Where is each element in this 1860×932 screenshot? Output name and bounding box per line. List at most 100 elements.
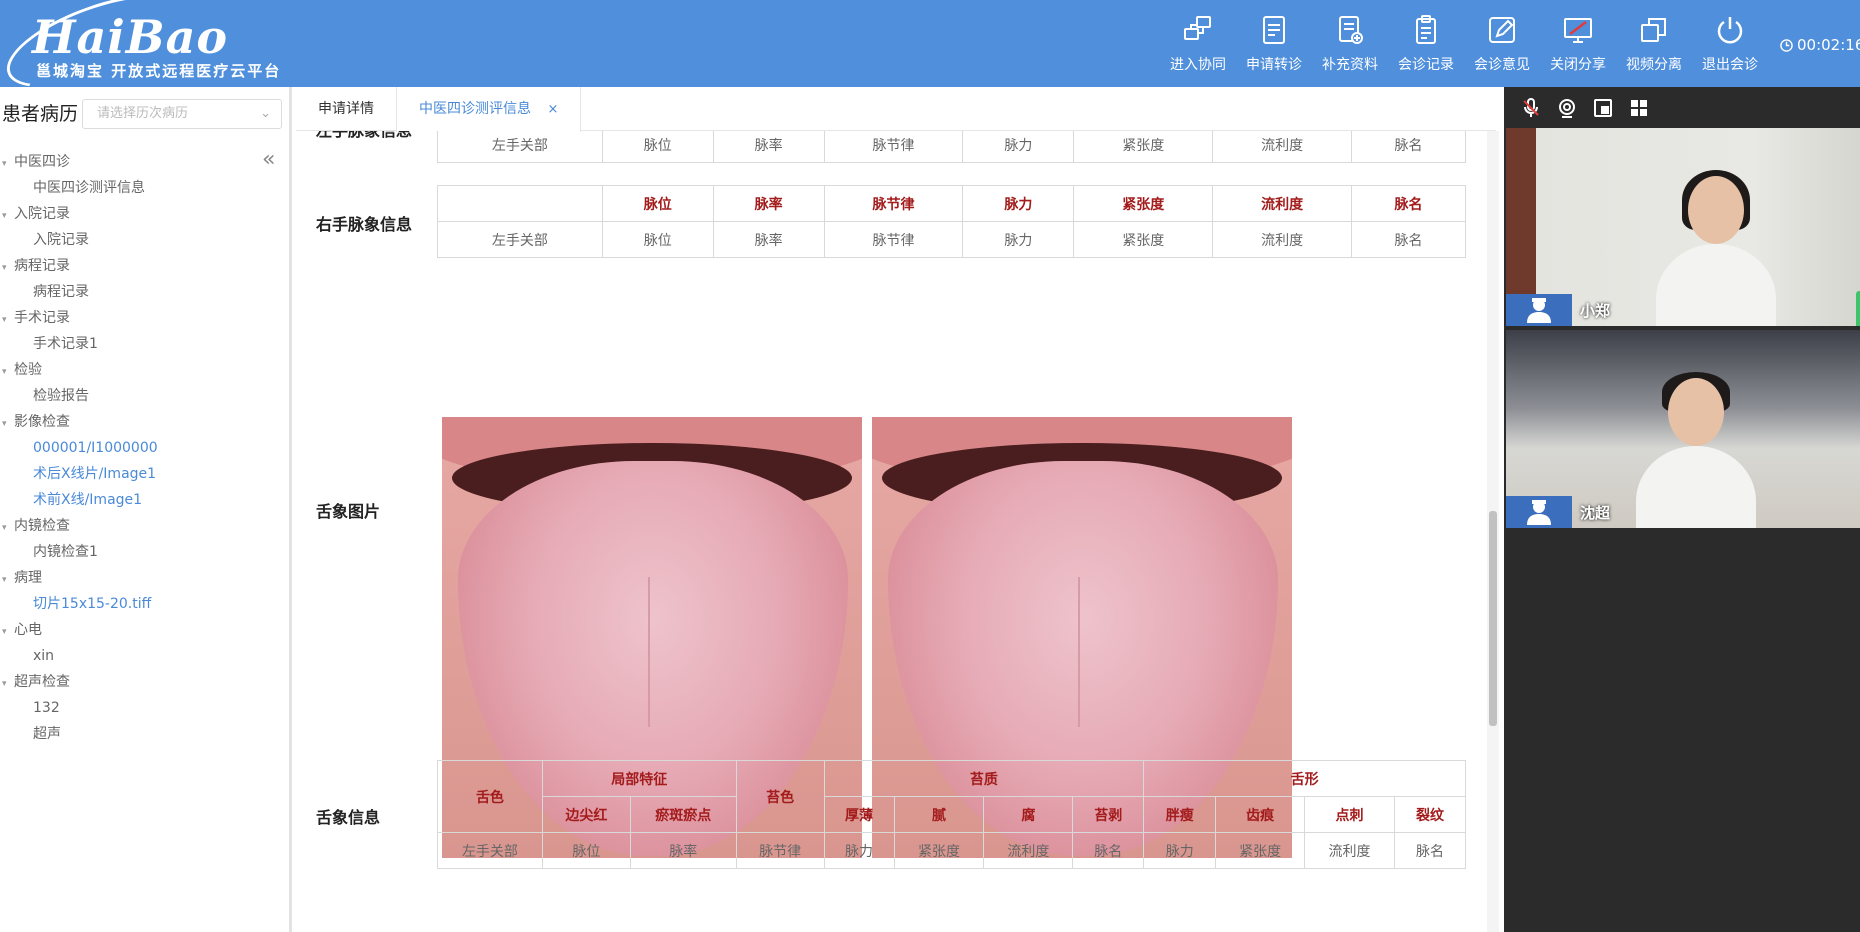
tree-item[interactable]: xin	[0, 643, 280, 669]
tree-item[interactable]: 检验报告	[0, 383, 280, 409]
tree-label: 影像检查	[14, 414, 70, 430]
table-header-cell: 流利度	[1212, 185, 1353, 222]
tree-label: 心电	[14, 622, 42, 638]
tree-item[interactable]: 手术记录1	[0, 331, 280, 357]
table-cell: 紧张度	[1215, 832, 1306, 869]
video-tile-participant-2[interactable]: 沈超	[1506, 330, 1860, 528]
table-header-row: 脉位 脉率 脉节律 脉力 紧张度 流利度 脉名	[437, 185, 1466, 222]
tree-category[interactable]: ▾ 病理	[0, 565, 280, 591]
tool-label: 关闭分享	[1550, 57, 1606, 73]
table-header-row: 舌色 局部特征 苔色 苔质 舌形	[437, 760, 1466, 833]
table-header-cell: 腻	[893, 796, 985, 833]
tree-label: xin	[33, 648, 55, 664]
select-placeholder: 请选择历次病历	[97, 106, 189, 121]
tree-category[interactable]: ▾ 超声检查	[0, 669, 280, 695]
tab-label: 中医四诊测评信息	[419, 101, 531, 117]
tree-category[interactable]: ▾ 手术记录	[0, 305, 280, 331]
tree-item[interactable]: 病程记录	[0, 279, 280, 305]
doctor-avatar-badge	[1506, 294, 1572, 326]
apply-referral-button[interactable]: 申请转诊	[1236, 0, 1312, 87]
table-cell: 流利度	[1212, 131, 1353, 163]
video-detach-button[interactable]: 视频分离	[1616, 0, 1692, 87]
tree-label: 术后X线片/Image1	[33, 466, 157, 482]
screen-share-off-icon	[1564, 18, 1592, 43]
supplement-data-button[interactable]: 补充资料	[1312, 0, 1388, 87]
table-cell: 流利度	[1212, 221, 1353, 258]
caret-down-icon: ▾	[2, 159, 7, 169]
history-record-select[interactable]: 请选择历次病历 ⌄	[82, 99, 282, 129]
tree-label: 手术记录1	[33, 336, 98, 352]
close-share-button[interactable]: 关闭分享	[1540, 0, 1616, 87]
content-scrollbar[interactable]	[1487, 131, 1499, 932]
tongue-info-label: 舌象信息	[316, 808, 381, 827]
tongue-crease	[1078, 577, 1080, 727]
tree-label: 入院记录	[33, 232, 89, 248]
exit-consultation-button[interactable]: 退出会诊	[1692, 0, 1768, 87]
video-tile-participant-1[interactable]: 小郑	[1506, 128, 1860, 326]
table-cell: 左手关部	[437, 832, 543, 869]
caret-down-icon: ▾	[2, 211, 7, 221]
tree-category[interactable]: ▾ 中医四诊	[0, 149, 280, 175]
microphone-icon[interactable]	[1520, 97, 1542, 119]
logo-text: HaiBao	[32, 10, 229, 64]
tree-item[interactable]: 切片15x15-20.tiff	[0, 591, 280, 617]
tree-category[interactable]: ▾ 病程记录	[0, 253, 280, 279]
table-header-cell: 边尖红	[541, 796, 631, 833]
collaborate-icon	[1184, 16, 1211, 40]
consultation-record-button[interactable]: 会诊记录	[1388, 0, 1464, 87]
table-cell: 脉率	[712, 221, 825, 258]
table-cell: 脉名	[1072, 832, 1145, 869]
tree-category[interactable]: ▾ 检验	[0, 357, 280, 383]
table-cell: 流利度	[983, 832, 1074, 869]
tree-label: 中医四诊测评信息	[33, 180, 145, 196]
video-controls	[1520, 97, 1650, 119]
tree-category[interactable]: ▾ 影像检查	[0, 409, 280, 435]
left-pulse-label: 左手脉象信息	[316, 131, 412, 141]
tab-application-detail[interactable]: 申请详情	[296, 87, 396, 131]
tree-item[interactable]: 000001/I1000000	[0, 435, 280, 461]
table-header-cell: 点刺	[1304, 796, 1395, 833]
content-tabs: 申请详情 中医四诊测评信息 ×	[296, 87, 1496, 132]
tree-label: 手术记录	[14, 310, 70, 326]
tree-category[interactable]: ▾ 入院记录	[0, 201, 280, 227]
table-cell: 脉名	[1393, 832, 1467, 869]
picture-in-picture-icon[interactable]	[1592, 97, 1614, 119]
table-cell: 流利度	[1304, 832, 1395, 869]
tool-label: 会诊记录	[1398, 57, 1454, 73]
grid-layout-icon[interactable]	[1628, 97, 1650, 119]
doctor-avatar-badge	[1506, 496, 1572, 528]
caret-down-icon: ▾	[2, 627, 7, 637]
enter-collaboration-button[interactable]: 进入协同	[1160, 0, 1236, 87]
tree-category[interactable]: ▾ 内镜检查	[0, 513, 280, 539]
tree-category[interactable]: ▾ 心电	[0, 617, 280, 643]
edit-icon	[1489, 17, 1515, 43]
tab-tcm-assessment[interactable]: 中医四诊测评信息 ×	[396, 87, 582, 132]
tree-item[interactable]: 中医四诊测评信息	[0, 175, 280, 201]
caret-down-icon: ▾	[2, 419, 7, 429]
caret-down-icon: ▾	[2, 523, 7, 533]
tool-label: 视频分离	[1626, 57, 1682, 73]
table-header-cell	[437, 185, 603, 222]
consultation-opinion-button[interactable]: 会诊意见	[1464, 0, 1540, 87]
session-timer: 00:02:16	[1780, 36, 1860, 54]
person-head	[1668, 378, 1724, 446]
right-pulse-table: 脉位 脉率 脉节律 脉力 紧张度 流利度 脉名 左手关部 脉位 脉率 脉节律 脉…	[437, 185, 1466, 258]
audio-level-indicator	[1856, 291, 1860, 326]
tree-label: 检验	[14, 362, 42, 378]
doctor-icon	[1527, 298, 1551, 323]
tree-item[interactable]: 术后X线片/Image1	[0, 461, 280, 487]
scrollbar-thumb[interactable]	[1489, 511, 1497, 726]
close-tab-icon[interactable]: ×	[547, 102, 558, 117]
clipboard-icon	[1416, 15, 1436, 44]
tree-item[interactable]: 内镜检查1	[0, 539, 280, 565]
table-header-cell: 脉名	[1351, 185, 1466, 222]
table-header-cell: 瘀斑瘀点	[629, 796, 737, 833]
tree-item[interactable]: 术前X线/Image1	[0, 487, 280, 513]
tree-item[interactable]: 入院记录	[0, 227, 280, 253]
tree-label: 病程记录	[33, 284, 89, 300]
tree-item[interactable]: 132	[0, 695, 280, 721]
tree-item[interactable]: 超声	[0, 721, 280, 747]
table-header-cell: 苔剥	[1072, 796, 1145, 833]
camera-icon[interactable]	[1556, 97, 1578, 119]
sidebar-title: 患者病历	[2, 103, 79, 125]
